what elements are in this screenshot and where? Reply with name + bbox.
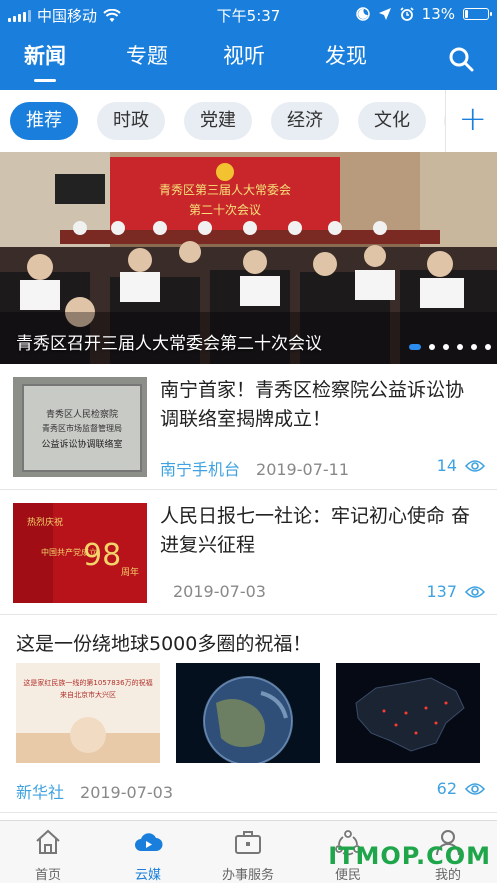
do-not-disturb-icon — [355, 7, 370, 21]
cloud-icon — [135, 833, 163, 851]
nav-home-label: 首页 — [34, 868, 61, 883]
carousel-dot[interactable] — [429, 344, 435, 350]
banner-caption[interactable]: 青秀区召开三届人大常委会第二十次会议 — [16, 329, 322, 354]
banner-sign-line2: 第二十次会议 — [189, 203, 261, 217]
news-date: 2019-07-03 — [80, 783, 173, 802]
status-bar: 中国移动 下午5:37 13% — [0, 0, 497, 28]
gallery-image-1-line2: 来自北京市大兴区 — [60, 690, 116, 699]
battery-icon — [463, 8, 492, 20]
news-item[interactable]: 热烈庆祝 中国共产党成立 98 周年 人民日报七一社论：牢记初心使命 奋进复兴征… — [0, 490, 497, 615]
category-party[interactable]: 党建 — [184, 102, 252, 140]
tab-topics[interactable]: 专题 — [126, 38, 168, 78]
carousel-dot[interactable] — [485, 344, 491, 350]
news-title[interactable]: 这是一份绕地球5000多圈的祝福！ — [16, 629, 311, 656]
alarm-icon — [400, 7, 414, 21]
category-economy[interactable]: 经济 — [271, 102, 339, 140]
battery-percent: 13% — [421, 5, 455, 23]
carousel-dot[interactable] — [471, 344, 477, 350]
thumb-line1: 热烈庆祝 — [27, 516, 63, 528]
watermark-logo: ITMOP.COM — [328, 842, 491, 870]
carousel-dot[interactable] — [457, 344, 463, 350]
thumb-line1: 青秀区人民检察院 — [46, 408, 118, 420]
nav-home[interactable]: 首页 — [8, 827, 88, 883]
plus-icon[interactable]: + — [459, 102, 488, 136]
carousel-dot[interactable] — [409, 344, 421, 350]
tab-media[interactable]: 视听 — [223, 38, 265, 78]
gallery-image-1: 这是家红民族一线的第1057836万的祝福 来自北京市大兴区 — [16, 663, 160, 763]
news-title[interactable]: 人民日报七一社论：牢记初心使命 奋进复兴征程 — [160, 502, 477, 560]
view-count-value: 62 — [436, 779, 457, 798]
eye-icon — [465, 459, 485, 472]
eye-icon — [465, 782, 485, 795]
gallery-image-3 — [336, 663, 480, 763]
category-culture[interactable]: 文化 — [358, 102, 426, 140]
news-date: 2019-07-11 — [256, 460, 349, 479]
location-icon — [378, 8, 391, 20]
view-count-value: 14 — [436, 456, 457, 475]
carousel-indicator — [409, 344, 491, 350]
news-thumbnail: 青秀区人民检察院 青秀区市场监督管理局 公益诉讼协调联络室 — [13, 377, 147, 477]
news-meta: 新华社 2019-07-03 — [16, 779, 173, 803]
search-icon[interactable] — [447, 45, 475, 73]
gallery-image-2 — [176, 663, 320, 763]
news-item[interactable]: 青秀区人民检察院 青秀区市场监督管理局 公益诉讼协调联络室 南宁首家！青秀区检察… — [0, 364, 497, 490]
view-count-value: 137 — [426, 582, 457, 601]
gallery-image-1-line1: 这是家红民族一线的第1057836万的祝福 — [23, 678, 152, 687]
eye-icon — [465, 585, 485, 598]
briefcase-icon — [235, 831, 261, 854]
news-title[interactable]: 南宁首家！青秀区检察院公益诉讼协调联络室揭牌成立！ — [160, 376, 477, 434]
main-tabs: 新闻 专题 视听 发现 — [0, 38, 497, 82]
category-politics[interactable]: 时政 — [97, 102, 165, 140]
nav-services[interactable]: 办事服务 — [208, 827, 288, 883]
thumb-line3: 公益诉讼协调联络室 — [41, 438, 122, 450]
news-meta: 南宁手机台 2019-07-11 — [160, 456, 349, 480]
carousel-dot[interactable] — [443, 344, 449, 350]
banner-sign-line1: 青秀区第三届人大常委会 — [159, 183, 291, 197]
news-item-gallery[interactable]: 这是一份绕地球5000多圈的祝福！ 这是家红民族一线的第1057836万的祝福 … — [0, 615, 497, 813]
news-date: 2019-07-03 — [173, 582, 266, 601]
view-count: 137 — [426, 582, 485, 601]
banner-carousel[interactable]: 青秀区第三届人大常委会 第二十次会议 青秀区召开三届人大常委会第二十次会议 — [0, 152, 497, 364]
tab-discover[interactable]: 发现 — [325, 38, 367, 78]
view-count: 62 — [437, 779, 485, 798]
category-recommend[interactable]: 推荐 — [10, 102, 78, 140]
tab-news[interactable]: 新闻 — [24, 38, 66, 82]
home-icon — [36, 829, 60, 854]
view-count: 14 — [437, 456, 485, 475]
category-bar: 推荐 时政 党建 经济 文化 + — [0, 90, 497, 152]
news-thumbnail: 热烈庆祝 中国共产党成立 98 周年 — [13, 503, 147, 603]
news-meta: 2019-07-03 — [173, 582, 266, 601]
thumb-line4: 周年 — [121, 566, 139, 578]
news-source: 南宁手机台 — [160, 460, 241, 479]
nav-services-label: 办事服务 — [221, 868, 274, 883]
nav-cloud-media-label: 云媒 — [134, 868, 161, 883]
thumb-line3: 98 — [83, 538, 121, 573]
nav-cloud-media[interactable]: 云媒 — [108, 827, 188, 883]
thumb-line2: 青秀区市场监督管理局 — [42, 423, 122, 433]
news-source: 新华社 — [16, 783, 65, 802]
